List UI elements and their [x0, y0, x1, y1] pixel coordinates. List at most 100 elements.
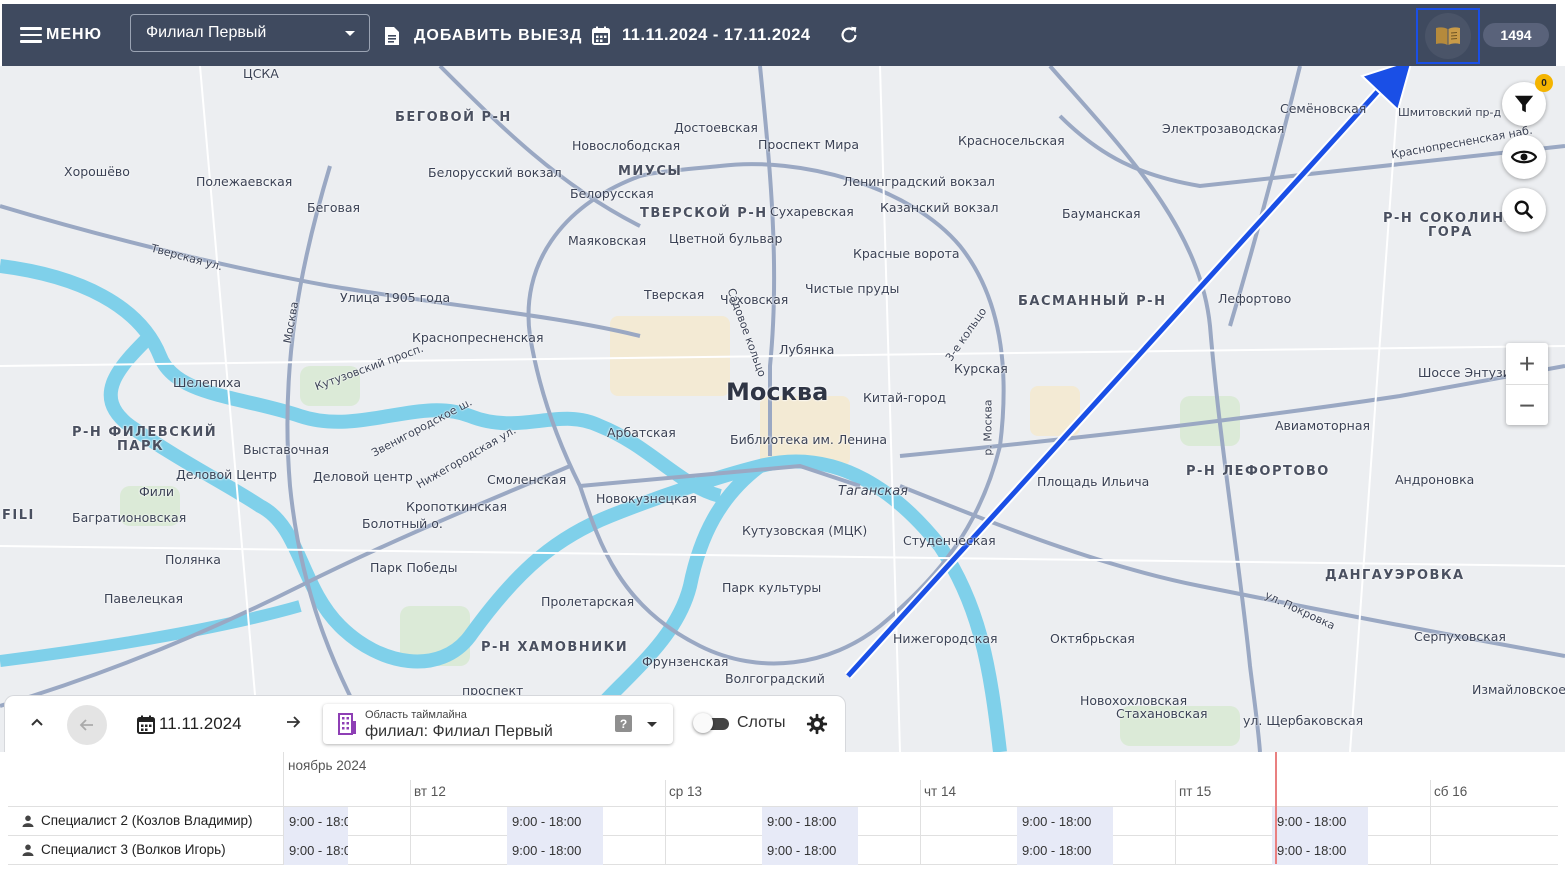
map-label: Деловой Центр: [176, 467, 277, 482]
grid-line: [920, 780, 921, 864]
shift-block[interactable]: 9:00 - 18:00: [284, 807, 348, 836]
shift-block[interactable]: 9:00 - 18:00: [762, 836, 858, 865]
map-label: Маяковская: [568, 233, 647, 248]
map-label: Лубянка: [779, 342, 835, 357]
map-label: Чистые пруды: [805, 281, 900, 296]
map-district: ТВЕРСКОЙ Р-Н: [640, 206, 768, 221]
arrow-right-icon: [287, 716, 301, 728]
refresh-button[interactable]: [838, 24, 860, 51]
timeline-toolbar: 11.11.2024 Область таймлайна филиал: Фил…: [4, 695, 846, 754]
timeline-area-value: филиал: Филиал Первый: [365, 723, 553, 740]
arrow-left-icon: [79, 719, 93, 731]
next-date-button[interactable]: [285, 714, 301, 735]
map-label: Ленинградский вокзал: [843, 174, 995, 189]
search-button[interactable]: [1502, 188, 1546, 232]
grid-line: [1175, 780, 1176, 864]
shift-block[interactable]: 9:00 - 18:00: [762, 807, 858, 836]
map-label: Электрозаводская: [1162, 121, 1285, 136]
menu-button[interactable]: МЕНЮ: [20, 26, 102, 44]
map-label: Павелецкая: [104, 591, 184, 606]
slots-toggle[interactable]: [693, 713, 731, 733]
shift-block[interactable]: 9:00 - 18:00: [284, 836, 348, 865]
current-time-indicator: [1275, 752, 1277, 864]
branch-select[interactable]: Филиал Первый: [130, 14, 370, 52]
date-range-picker[interactable]: 11.11.2024 - 17.11.2024: [592, 26, 811, 45]
grid-line: [410, 780, 411, 864]
grid-line: [1430, 780, 1431, 864]
help-icon[interactable]: ?: [615, 715, 632, 732]
visibility-button[interactable]: [1502, 135, 1546, 179]
collapse-button[interactable]: [29, 714, 45, 735]
map-label: Парк Победы: [370, 560, 458, 575]
refresh-icon: [841, 26, 857, 43]
map-label: Серпуховская: [1414, 629, 1506, 644]
resource-row-label[interactable]: Специалист 3 (Волков Игорь): [22, 842, 226, 857]
map-label: Студенческая: [903, 533, 996, 548]
shift-block[interactable]: 9:00 - 18:00: [1017, 836, 1113, 865]
map-label: Таганская: [838, 484, 908, 499]
map-label: Краснопресненская: [412, 330, 544, 345]
map-label: Кутузовская (МЦК): [742, 523, 868, 538]
map-label: Полежаевская: [196, 174, 293, 189]
map-label: Измайловское ш.: [1472, 682, 1565, 697]
map-label: Хорошёво: [64, 164, 130, 179]
map-district: Р-Н ФИЛЕВСКИЙ: [72, 425, 218, 440]
map-label: Шелепиха: [173, 375, 242, 390]
shift-block[interactable]: 9:00 - 18:00: [1017, 807, 1113, 836]
map-label: Октябрьская: [1050, 631, 1135, 646]
eye-icon: [1511, 150, 1537, 164]
map-label: Курская: [954, 361, 1008, 376]
map-street-label: р. Москва: [981, 399, 995, 456]
settings-button[interactable]: [806, 713, 828, 740]
menu-label: МЕНЮ: [46, 26, 103, 43]
map-label: Лефортово: [1218, 291, 1292, 306]
filter-button[interactable]: 0: [1502, 74, 1553, 126]
map-label: Авиамоторная: [1275, 418, 1370, 433]
grid-line: [665, 780, 666, 864]
map-label: Деловой центр: [313, 469, 413, 484]
map-label: Библиотека им. Ленина: [730, 432, 888, 447]
timeline-date[interactable]: 11.11.2024: [137, 714, 242, 734]
zoom-control: + −: [1506, 343, 1548, 425]
map-label: Выставочная: [243, 442, 330, 457]
map-label: Фрунзенская: [642, 654, 729, 669]
map-label: Улица 1905 года: [340, 290, 451, 305]
journal-button[interactable]: [1416, 8, 1480, 64]
person-icon: [22, 844, 34, 856]
map-label: Багратионовская: [72, 510, 187, 525]
map-canvas: [0, 66, 1565, 752]
prev-date-button[interactable]: [67, 705, 107, 745]
map-label: Красные ворота: [853, 246, 960, 261]
map-city-label: Москва: [726, 378, 829, 406]
map-label: Новослободская: [572, 138, 681, 153]
count-badge: 1494: [1483, 23, 1549, 47]
shift-block[interactable]: 9:00 - 18:00: [1272, 807, 1368, 836]
day-header: чт 14: [924, 784, 956, 799]
shift-block[interactable]: 9:00 - 18:00: [507, 836, 603, 865]
filter-count-badge: 0: [1535, 74, 1553, 92]
map-district: Р-Н ХАМОВНИКИ: [481, 640, 629, 655]
map[interactable]: ЦСКА БЕГОВОЙ Р-Н Достоевская Новослободс…: [0, 66, 1565, 752]
timeline-area-select[interactable]: Область таймлайна филиал: Филиал Первый …: [323, 704, 673, 744]
add-trip-button[interactable]: ДОБАВИТЬ ВЫЕЗД: [384, 26, 582, 46]
document-icon: [385, 27, 399, 45]
map-label: Проспект Мира: [758, 137, 860, 152]
map-label: Сухаревская: [770, 204, 854, 219]
day-header: сб 16: [1434, 784, 1468, 799]
map-label: Казанский вокзал: [880, 200, 999, 215]
zoom-out-button[interactable]: −: [1506, 385, 1548, 426]
search-icon: [1514, 200, 1534, 220]
zoom-in-button[interactable]: +: [1506, 343, 1548, 384]
shift-block[interactable]: 9:00 - 18:00: [507, 807, 603, 836]
map-district: БЕГОВОЙ Р-Н: [395, 110, 512, 125]
map-label: Арбатская: [607, 425, 676, 440]
map-district: МИУСЫ: [618, 164, 683, 179]
map-district: FILI: [2, 508, 35, 523]
map-label: Стахановская: [1116, 706, 1208, 721]
resource-row-label[interactable]: Специалист 2 (Козлов Владимир): [22, 813, 253, 828]
day-header: пт 15: [1179, 784, 1212, 799]
calendar-icon: [592, 26, 610, 45]
shift-block[interactable]: 9:00 - 18:00: [1272, 836, 1368, 865]
chevron-down-icon: [647, 722, 657, 727]
map-district: БАСМАННЫЙ Р-Н: [1018, 294, 1167, 309]
